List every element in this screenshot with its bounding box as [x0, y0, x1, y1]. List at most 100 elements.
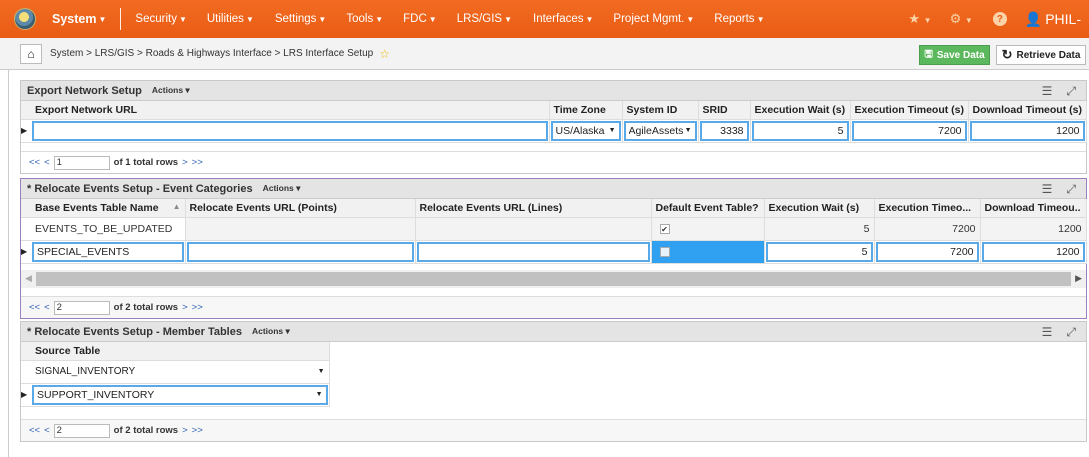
page-input[interactable]: 1 [53, 155, 110, 170]
url-lines-input[interactable] [416, 241, 650, 262]
user-menu[interactable]: 👤 PHIL- [1025, 11, 1081, 28]
scroll-right-icon[interactable]: ▶ [1075, 273, 1082, 284]
download-timeout-input[interactable]: 1200 [969, 120, 1085, 141]
source-table-select[interactable]: SIGNAL_INVENTORY ▼ [32, 361, 328, 382]
help-icon[interactable]: ? [992, 12, 1007, 26]
scroll-thumb[interactable] [35, 271, 1072, 286]
nav-project-mgmt[interactable]: Project Mgmt. ▼ [613, 13, 694, 25]
nav-security[interactable]: Security ▼ [135, 13, 186, 25]
pager-prev[interactable]: < [44, 302, 50, 313]
nav-system[interactable]: System ▼ [52, 12, 106, 26]
favorite-star-icon[interactable]: ☆ [379, 47, 390, 61]
srid-input[interactable]: 3338 [699, 120, 749, 141]
pager-next[interactable]: > [182, 302, 188, 313]
pager-first[interactable]: << [29, 157, 40, 168]
page-input[interactable]: 2 [53, 423, 110, 438]
table-row[interactable]: ▶ US/Alaska ▼ AgileAssets ▼ 3338 5 7200 12… [21, 119, 1087, 143]
execution-timeout-input[interactable]: 7200 [851, 120, 967, 141]
nav-lrsgis[interactable]: LRS/GIS ▼ [457, 13, 512, 25]
cell-default: ✔ [651, 217, 765, 241]
source-table-select[interactable]: SUPPORT_INVENTORY ▼ [32, 384, 328, 405]
chevron-down-icon: ▼ [504, 14, 512, 24]
time-zone-select[interactable]: US/Alaska ▼ [550, 120, 621, 141]
nav-interfaces[interactable]: Interfaces ▼ [533, 13, 593, 25]
col-execution-timeout[interactable]: Execution Timeout (s) [850, 101, 969, 120]
col-execution-wait[interactable]: Execution Wait (s) [764, 199, 875, 218]
source-table-value: SIGNAL_INVENTORY [35, 366, 136, 377]
nav-tools[interactable]: Tools ▼ [346, 13, 383, 25]
nav-utilities[interactable]: Utilities ▼ [207, 13, 254, 25]
nav-system-label: System [52, 12, 97, 26]
actions-menu[interactable]: Actions ▾ [152, 85, 190, 96]
favorites-star-icon[interactable]: ★ ▼ [908, 11, 931, 27]
nav-interfaces-label: Interfaces [533, 13, 584, 25]
chevron-down-icon: ▼ [428, 14, 437, 24]
col-srid[interactable]: SRID [698, 101, 751, 120]
cell-wait: 5 [764, 240, 875, 264]
actions-menu[interactable]: Actions ▾ [252, 326, 290, 337]
save-data-button[interactable]: 🖫 Save Data [919, 45, 990, 65]
list-icon[interactable]: ☰ [1042, 84, 1053, 99]
member-tables-panel: * Relocate Events Setup - Member Tables A… [20, 321, 1087, 442]
expand-icon[interactable]: ⤢ [1066, 182, 1076, 197]
gear-icon[interactable]: ⚙ ▼ [950, 11, 973, 27]
default-checkbox[interactable] [659, 246, 670, 257]
table-row[interactable]: SIGNAL_INVENTORY ▼ [21, 360, 330, 384]
export-url-input[interactable] [32, 120, 548, 141]
actions-menu[interactable]: Actions ▾ [263, 183, 301, 194]
pager-last[interactable]: >> [192, 157, 203, 168]
table-row[interactable]: ▶ SUPPORT_INVENTORY ▼ [21, 383, 330, 407]
col-export-url[interactable]: Export Network URL [31, 101, 550, 120]
url-points-input[interactable] [186, 241, 414, 262]
execution-timeout-input[interactable]: 7200 [875, 241, 979, 262]
download-timeout-input[interactable]: 1200 [981, 241, 1085, 262]
col-url-points[interactable]: Relocate Events URL (Points) [185, 199, 416, 218]
page-input[interactable]: 2 [53, 300, 110, 315]
system-id-select[interactable]: AgileAssets ▼ [623, 120, 697, 141]
nav-fdc[interactable]: FDC ▼ [403, 13, 437, 25]
default-checkbox[interactable]: ✔ [659, 223, 670, 234]
pager-first[interactable]: << [29, 425, 40, 436]
pager-next[interactable]: > [182, 425, 188, 436]
horizontal-scrollbar[interactable]: ◀ ▶ [21, 269, 1086, 288]
pager-next[interactable]: > [182, 157, 188, 168]
retrieve-data-button[interactable]: ↻ Retrieve Data [996, 45, 1086, 65]
nav-settings[interactable]: Settings ▼ [275, 13, 326, 25]
breadcrumb: System > LRS/GIS > Roads & Highways Inte… [50, 48, 374, 59]
nav-right-group: ★ ▼ ⚙ ▼ ? 👤 PHIL- [908, 0, 1081, 38]
pager-prev[interactable]: < [44, 425, 50, 436]
expand-icon[interactable]: ⤢ [1066, 84, 1076, 99]
expand-icon[interactable]: ⤢ [1066, 325, 1076, 340]
col-base-events[interactable]: Base Events Table Name ▲ [31, 199, 186, 218]
table-row[interactable]: ▶ SPECIAL_EVENTS 5 7200 1200 [21, 240, 1087, 264]
list-icon[interactable]: ☰ [1042, 325, 1053, 340]
col-download-timeout[interactable]: Download Timeout (s) [968, 101, 1087, 120]
pager-first[interactable]: << [29, 302, 40, 313]
pager-last[interactable]: >> [192, 302, 203, 313]
nav-reports[interactable]: Reports ▼ [714, 13, 764, 25]
col-time-zone[interactable]: Time Zone [549, 101, 623, 120]
home-icon[interactable]: ⌂ [20, 43, 42, 64]
download-timeout-value: 1200 [980, 217, 1085, 239]
col-url-lines[interactable]: Relocate Events URL (Lines) [415, 199, 652, 218]
execution-wait-input[interactable]: 5 [751, 120, 849, 141]
scroll-left-icon[interactable]: ◀ [25, 273, 32, 284]
list-icon[interactable]: ☰ [1042, 182, 1053, 197]
col-source-table[interactable]: Source Table [31, 342, 330, 361]
source-table-value: SUPPORT_INVENTORY [37, 388, 155, 401]
execution-wait-input[interactable]: 5 [765, 241, 873, 262]
cell-source: SUPPORT_INVENTORY ▼ [31, 383, 330, 407]
cell-timeout: 7200 [850, 119, 969, 143]
row-selector-header [21, 342, 31, 361]
col-execution-timeout[interactable]: Execution Timeo... [874, 199, 981, 218]
pager-prev[interactable]: < [44, 157, 50, 168]
table-row[interactable]: EVENTS_TO_BE_UPDATED ✔ 5 7200 1200 [21, 217, 1087, 241]
col-default-table[interactable]: Default Event Table? [651, 199, 765, 218]
pager-wrap: << < 2 of 2 total rows > >> [21, 419, 1086, 441]
col-system-id[interactable]: System ID [622, 101, 699, 120]
col-download-timeout[interactable]: Download Timeou.. [980, 199, 1087, 218]
col-execution-wait[interactable]: Execution Wait (s) [750, 101, 851, 120]
base-table-name-input[interactable]: SPECIAL_EVENTS [32, 241, 184, 262]
member-table: Source Table SIGNAL_INVENTORY ▼ ▶ SUPPORT… [21, 342, 330, 407]
pager-last[interactable]: >> [192, 425, 203, 436]
